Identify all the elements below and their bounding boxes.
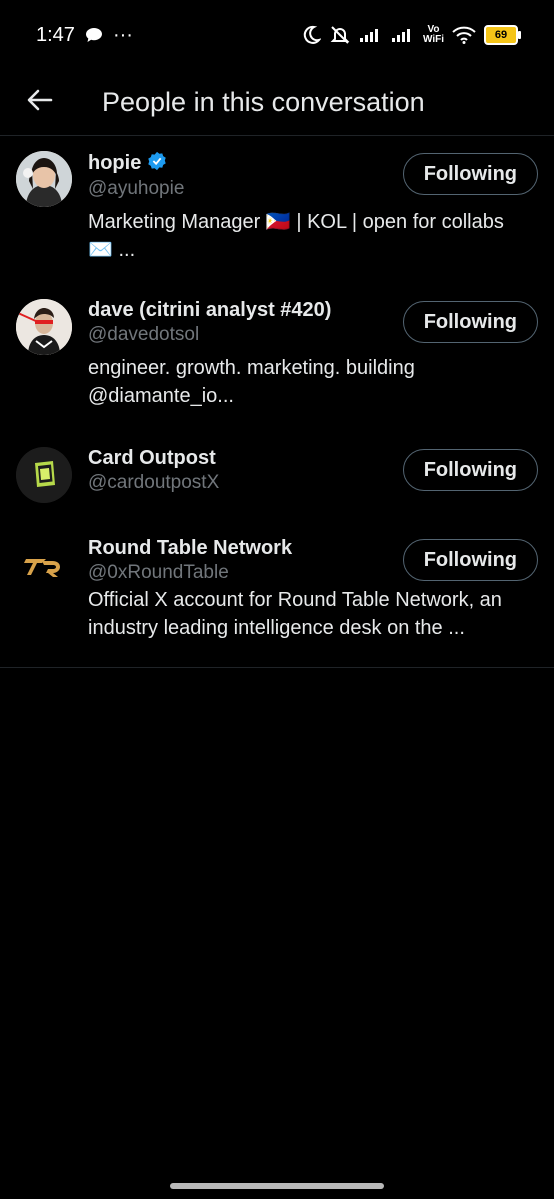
header: People in this conversation xyxy=(0,70,554,136)
mute-icon xyxy=(329,25,351,45)
page-title: People in this conversation xyxy=(102,87,425,117)
clock: 1:47 xyxy=(36,23,75,46)
avatar[interactable] xyxy=(16,537,72,593)
chat-bubble-icon xyxy=(85,27,103,43)
people-list: hopie @ayuhopie Marketing Manager 🇵🇭 | K… xyxy=(0,137,554,659)
back-button[interactable] xyxy=(0,75,80,131)
battery-icon: 69 xyxy=(484,25,521,45)
bio: Marketing Manager 🇵🇭 | KOL | open for co… xyxy=(88,211,504,261)
home-indicator[interactable] xyxy=(170,1183,384,1189)
display-name: Round Table Network xyxy=(88,537,293,559)
person-row[interactable]: dave (citrini analyst #420) @davedotsol … xyxy=(0,285,554,433)
screen: 1:47 ··· Vo WiFi 69 People in this conve… xyxy=(0,0,554,1199)
following-button[interactable]: Following xyxy=(402,153,538,195)
avatar[interactable] xyxy=(16,299,72,355)
display-name: Card Outpost xyxy=(88,447,216,469)
vowifi-icon: Vo WiFi xyxy=(423,25,444,45)
signal-icon-1 xyxy=(359,27,383,43)
moon-icon xyxy=(301,25,321,45)
bio: Official X account for Round Table Netwo… xyxy=(88,589,502,639)
person-row[interactable]: hopie @ayuhopie Marketing Manager 🇵🇭 | K… xyxy=(0,137,554,285)
following-button[interactable]: Following xyxy=(402,449,538,491)
verified-badge-icon xyxy=(147,151,167,176)
person-row[interactable]: Round Table Network @0xRoundTable Offici… xyxy=(0,523,554,659)
wifi-label: WiFi xyxy=(422,34,444,45)
more-notifications-icon: ··· xyxy=(112,23,133,46)
avatar[interactable] xyxy=(16,447,72,503)
following-button[interactable]: Following xyxy=(402,301,538,343)
display-name: dave (citrini analyst #420) xyxy=(88,299,332,321)
display-name: hopie xyxy=(88,152,142,174)
status-right: Vo WiFi 69 xyxy=(301,25,521,45)
list-divider xyxy=(0,667,554,668)
back-arrow-icon xyxy=(27,89,53,116)
avatar[interactable] xyxy=(16,151,72,207)
person-row[interactable]: Card Outpost @cardoutpostX Following xyxy=(0,433,554,523)
battery-level: 69 xyxy=(494,29,508,41)
signal-icon-2 xyxy=(391,27,415,43)
status-bar: 1:47 ··· Vo WiFi 69 xyxy=(0,0,554,70)
status-left: 1:47 ··· xyxy=(36,24,133,47)
bio: engineer. growth. marketing. building @d… xyxy=(88,357,415,407)
wifi-icon xyxy=(452,26,476,44)
following-button[interactable]: Following xyxy=(402,539,538,581)
